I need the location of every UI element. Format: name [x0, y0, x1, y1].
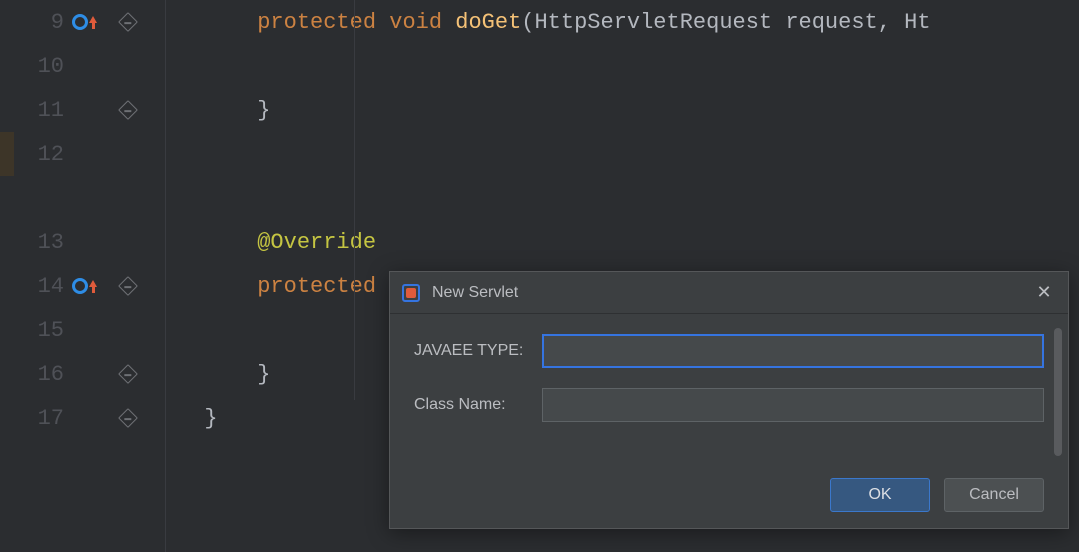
- dialog-footer: OK Cancel: [830, 478, 1044, 512]
- gutter-icon-area: [68, 14, 108, 30]
- code-token: HttpServletRequest request: [534, 10, 877, 35]
- line-number: 15: [14, 318, 68, 343]
- fold-area: [108, 367, 148, 381]
- fold-area: [108, 411, 148, 425]
- code-token: }: [257, 98, 270, 123]
- fold-icon[interactable]: [118, 364, 138, 384]
- code-token: protected: [257, 10, 376, 35]
- line-number: 12: [14, 142, 68, 167]
- javaee-type-input[interactable]: [542, 334, 1044, 368]
- fold-area: [108, 15, 148, 29]
- left-strip: [0, 0, 14, 552]
- gutter-row[interactable]: 12: [14, 132, 165, 176]
- line-number: 9: [14, 10, 68, 35]
- cancel-button[interactable]: Cancel: [944, 478, 1044, 512]
- override-icon[interactable]: [72, 278, 97, 294]
- gutter-row[interactable]: 11: [14, 88, 165, 132]
- form-label: JAVAEE TYPE:: [414, 342, 542, 360]
- gutter: 9 10 11 12 13 14 15 16 17: [14, 0, 166, 552]
- close-icon[interactable]: ✕: [1032, 281, 1056, 305]
- gutter-row[interactable]: 9: [14, 0, 165, 44]
- ok-button[interactable]: OK: [830, 478, 930, 512]
- code-token: [376, 10, 389, 35]
- scrollbar[interactable]: [1054, 328, 1062, 456]
- gutter-row[interactable]: 13: [14, 220, 165, 264]
- gutter-icon-area: [68, 278, 108, 294]
- fold-icon[interactable]: [118, 408, 138, 428]
- code-token: Ht: [904, 10, 930, 35]
- code-token: void: [389, 10, 442, 35]
- code-token: @Override: [257, 230, 376, 255]
- fold-icon[interactable]: [118, 12, 138, 32]
- gutter-row[interactable]: 10: [14, 44, 165, 88]
- line-number: 17: [14, 406, 68, 431]
- line-number: 13: [14, 230, 68, 255]
- gutter-row[interactable]: 14: [14, 264, 165, 308]
- gutter-row[interactable]: 15: [14, 308, 165, 352]
- code-line[interactable]: [166, 44, 1079, 88]
- code-line[interactable]: @Override: [166, 220, 1079, 264]
- code-token: }: [204, 406, 217, 431]
- line-number: 11: [14, 98, 68, 123]
- form-row: Class Name:: [414, 388, 1044, 422]
- dialog-body: JAVAEE TYPE: Class Name:: [390, 314, 1068, 422]
- gutter-row[interactable]: [14, 176, 165, 220]
- fold-icon[interactable]: [118, 100, 138, 120]
- line-number: 10: [14, 54, 68, 79]
- line-number: 14: [14, 274, 68, 299]
- fold-area: [108, 103, 148, 117]
- dialog-title: New Servlet: [432, 284, 1032, 302]
- code-token: doGet: [455, 10, 521, 35]
- code-token: [376, 274, 389, 299]
- class-name-input[interactable]: [542, 388, 1044, 422]
- code-line[interactable]: protected void doGet(HttpServletRequest …: [166, 0, 1079, 44]
- gutter-row[interactable]: 16: [14, 352, 165, 396]
- code-token: protected: [257, 274, 376, 299]
- line-number: 16: [14, 362, 68, 387]
- fold-icon[interactable]: [118, 276, 138, 296]
- form-row: JAVAEE TYPE:: [414, 334, 1044, 368]
- intellij-icon: [402, 284, 420, 302]
- code-token: ,: [878, 10, 904, 35]
- code-line[interactable]: [166, 132, 1079, 176]
- fold-area: [108, 279, 148, 293]
- code-line[interactable]: [166, 176, 1079, 220]
- code-token: [442, 10, 455, 35]
- dialog-titlebar[interactable]: New Servlet ✕: [390, 272, 1068, 314]
- form-label: Class Name:: [414, 396, 542, 414]
- new-servlet-dialog: New Servlet ✕ JAVAEE TYPE: Class Name: OK…: [389, 271, 1069, 529]
- override-icon[interactable]: [72, 14, 97, 30]
- code-token: (: [521, 10, 534, 35]
- code-token: }: [257, 362, 270, 387]
- gutter-row[interactable]: 17: [14, 396, 165, 440]
- code-line[interactable]: }: [166, 88, 1079, 132]
- indent-guide: [354, 0, 355, 400]
